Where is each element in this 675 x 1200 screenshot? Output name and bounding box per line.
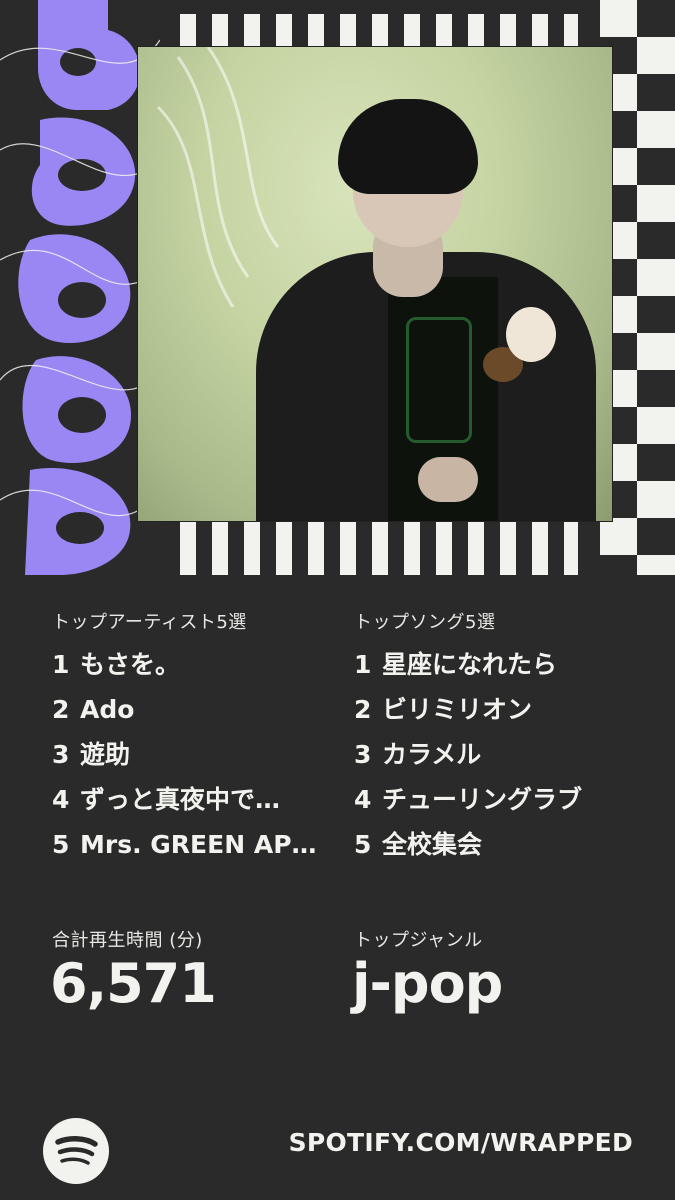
list-item: 5 全校集会 — [354, 830, 483, 859]
artist-photo — [138, 47, 612, 521]
list-item: 2 Ado — [52, 695, 135, 724]
top-songs-list: 1 星座になれたら 2 ビリミリオン 3 カラメル 4 チューリングラブ 5 全校集会 — [354, 645, 644, 870]
list-item: 1 星座になれたら — [354, 650, 558, 679]
list-item: 3 遊助 — [52, 740, 131, 769]
list-item: 5 Mrs. GREEN AP… — [52, 830, 317, 859]
hero-banner — [0, 0, 675, 575]
year-2025-graphic — [0, 0, 160, 575]
list-item: 4 チューリングラブ — [354, 785, 583, 814]
top-songs-label: トップソング5選 — [354, 612, 496, 633]
minutes-value: 6,571 — [50, 952, 217, 1015]
list-item: 3 カラメル — [354, 740, 482, 769]
light-streaks — [156, 47, 280, 308]
wrapped-url[interactable]: SPOTIFY.COM/WRAPPED — [289, 1128, 633, 1157]
top-artists-list: 1 もさを。 2 Ado 3 遊助 4 ずっと真夜中で… 5 Mrs. GREEN AP… — [52, 645, 322, 870]
spotify-icon — [43, 1118, 109, 1184]
top-artists-label: トップアーティスト5選 — [52, 612, 247, 633]
genre-label: トップジャンル — [354, 930, 483, 951]
list-item: 1 もさを。 — [52, 650, 181, 679]
genre-value: j-pop — [352, 952, 503, 1015]
minutes-label: 合計再生時間 (分) — [52, 930, 203, 951]
list-item: 4 ずっと真夜中で… — [52, 785, 281, 814]
list-item: 2 ビリミリオン — [354, 695, 533, 724]
